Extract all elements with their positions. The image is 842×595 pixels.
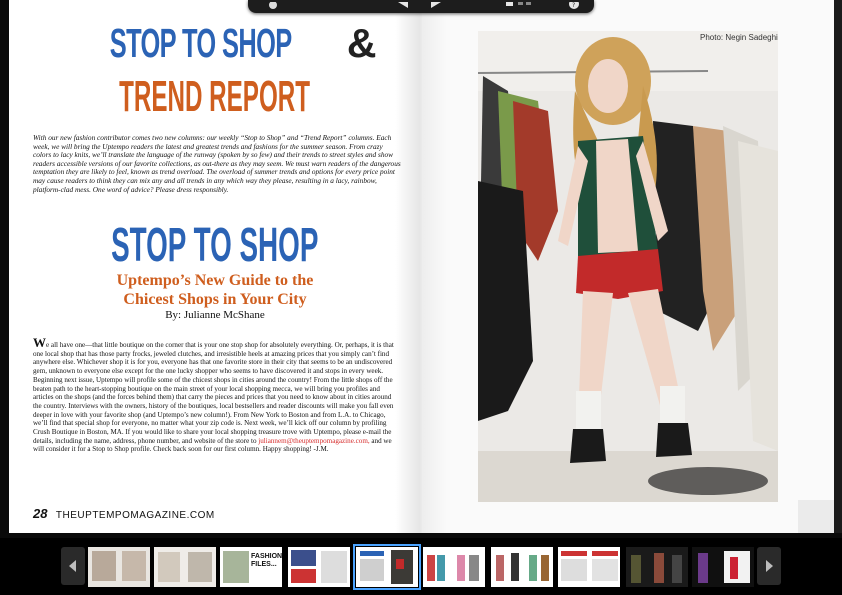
thumbnail-page-8[interactable] (558, 547, 620, 587)
thumbnail-page-2[interactable] (154, 547, 216, 587)
article-subtitle: Uptempo’s New Guide to the Chicest Shops… (9, 271, 421, 309)
thumbnail-page-3[interactable]: FASHION FILES... (220, 547, 282, 587)
email-link[interactable]: juliannem@theuptempomagazine.com, (258, 437, 369, 445)
thumbnail-page-10[interactable] (692, 547, 754, 587)
subtitle-line-2: Chicest Shops in Your City (123, 291, 307, 308)
drop-cap: W (33, 335, 46, 350)
section-title-wrap: STOP TO SHOP (9, 218, 421, 273)
viewer-toolbar: ? (248, 0, 594, 13)
back-icon[interactable] (268, 0, 278, 11)
next-page-icon[interactable] (431, 0, 443, 11)
column-title: STOP TO SHOP & (9, 20, 421, 67)
thumbs-prev-button[interactable] (61, 547, 85, 585)
body-text-1: e all have one—that little boutique on t… (33, 341, 394, 445)
thumbnail-page-5-current[interactable] (353, 544, 421, 590)
fashion-photo (478, 31, 778, 502)
help-icon[interactable]: ? (568, 0, 580, 11)
title-ampersand: & (346, 20, 377, 66)
byline: By: Julianne McShane (165, 309, 265, 321)
thumbs-next-button[interactable] (757, 547, 781, 585)
page-overlay (798, 500, 834, 533)
thumbnail-label: FASHION FILES... (251, 553, 282, 568)
subtitle-line-1: Uptempo’s New Guide to the (116, 272, 314, 289)
page-number: 28 (33, 506, 48, 521)
article-body: We all have one—that little boutique on … (33, 336, 401, 454)
thumbnail-page-1[interactable] (88, 547, 150, 587)
thumbnail-page-9[interactable] (626, 547, 688, 587)
grid-view-icon[interactable] (506, 0, 531, 11)
thumbnail-page-6[interactable] (423, 547, 485, 587)
chevron-right-icon (766, 560, 773, 572)
chevron-left-icon (69, 560, 76, 572)
title-stop-to-shop: STOP TO SHOP (109, 20, 292, 66)
section-title: STOP TO SHOP (111, 219, 319, 272)
title-trend-report-wrap: TREND REPORT (9, 72, 421, 122)
right-page: Photo: Negin Sadeghi (421, 0, 834, 533)
prev-page-icon[interactable] (396, 0, 408, 11)
model-illustration (478, 31, 778, 502)
thumbnail-page-4[interactable] (288, 547, 350, 587)
left-page: STOP TO SHOP & TREND REPORT With our new … (9, 0, 421, 533)
title-trend-report: TREND REPORT (119, 72, 311, 121)
magazine-spread: STOP TO SHOP & TREND REPORT With our new … (0, 0, 842, 538)
page-footer: 28 THEUPTEMPOMAGAZINE.COM (33, 505, 333, 523)
svg-text:?: ? (572, 2, 575, 9)
intro-paragraph: With our new fashion contributor comes t… (33, 133, 401, 194)
photo-credit: Photo: Negin Sadeghi (700, 33, 778, 42)
thumbnail-page-7[interactable] (491, 547, 553, 587)
site-url: THEUPTEMPOMAGAZINE.COM (55, 510, 215, 521)
page-edge (834, 0, 842, 533)
